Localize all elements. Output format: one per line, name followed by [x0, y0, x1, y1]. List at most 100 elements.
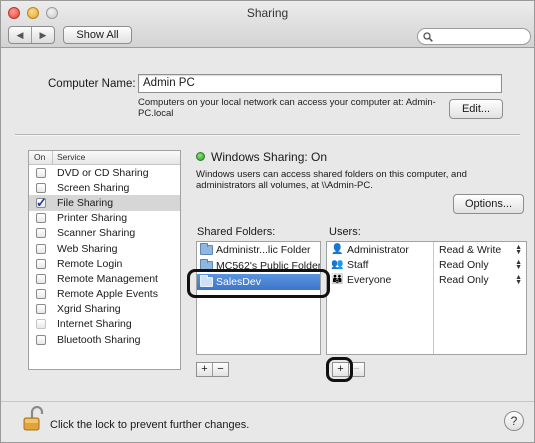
- shared-folder-name: Administr...lic Folder: [216, 244, 311, 256]
- user-name: Staff: [347, 258, 369, 271]
- shared-folders-list: Administr...lic Folder MC562's Public Fol…: [196, 241, 321, 355]
- footer-divider: [1, 401, 534, 402]
- service-row[interactable]: Screen Sharing: [29, 180, 180, 195]
- user-row[interactable]: 👥 Staff: [327, 257, 433, 272]
- service-label: Scanner Sharing: [57, 227, 136, 240]
- service-label: Web Sharing: [57, 242, 118, 255]
- service-rows: DVD or CD Sharing Screen Sharing ✓ File Sha…: [29, 165, 180, 347]
- service-row[interactable]: Printer Sharing: [29, 211, 180, 226]
- sharing-window: Sharing ◀ ▶ Show All Computer Name: Admi…: [0, 0, 535, 443]
- service-label: Internet Sharing: [57, 318, 132, 331]
- status-title: Windows Sharing: On: [211, 150, 328, 164]
- service-checkbox[interactable]: [36, 258, 46, 269]
- shared-folders-label: Shared Folders:: [197, 226, 276, 238]
- service-row[interactable]: Remote Management: [29, 271, 180, 286]
- service-label: DVD or CD Sharing: [57, 166, 149, 179]
- group-icon: 👥: [331, 259, 344, 270]
- service-label: Bluetooth Sharing: [57, 333, 141, 346]
- service-row[interactable]: Web Sharing: [29, 241, 180, 256]
- shared-folders-add-remove: + −: [196, 362, 229, 377]
- service-checkbox[interactable]: [36, 289, 46, 300]
- back-arrow-icon[interactable]: ◀: [9, 27, 32, 43]
- service-row[interactable]: Scanner Sharing: [29, 226, 180, 241]
- service-label: File Sharing: [57, 196, 114, 209]
- window-title: Sharing: [246, 6, 289, 20]
- user-name: Administrator: [347, 243, 409, 256]
- service-row[interactable]: DVD or CD Sharing: [29, 165, 180, 180]
- search-input[interactable]: [417, 28, 531, 45]
- computer-address-note: Computers on your local network can acce…: [138, 97, 436, 119]
- status-indicator-icon: [196, 152, 205, 161]
- lock-icon[interactable]: [23, 406, 45, 432]
- back-forward-control: ◀ ▶: [8, 26, 55, 44]
- service-row[interactable]: ✓ File Sharing: [29, 194, 180, 211]
- status-description: Windows users can access shared folders …: [196, 169, 467, 191]
- options-button[interactable]: Options...: [453, 194, 524, 214]
- service-row[interactable]: Remote Login: [29, 256, 180, 271]
- service-list-header: On Service: [29, 151, 180, 165]
- service-checkbox[interactable]: [36, 319, 46, 330]
- computer-name-label: Computer Name:: [48, 78, 136, 90]
- show-all-button[interactable]: Show All: [63, 26, 132, 44]
- service-checkbox[interactable]: [36, 243, 46, 254]
- service-label: Remote Login: [57, 257, 123, 270]
- forward-arrow-icon[interactable]: ▶: [32, 27, 54, 43]
- permission-popup[interactable]: Read Only ▲ ▼: [435, 257, 526, 272]
- service-checkbox[interactable]: [36, 228, 46, 239]
- service-checkbox[interactable]: [36, 182, 46, 193]
- service-checkbox-cell: [29, 213, 53, 224]
- service-column-header[interactable]: Service: [53, 151, 85, 164]
- service-checkbox-cell: [29, 273, 53, 284]
- up-down-arrows-icon: ▲ ▼: [515, 273, 522, 286]
- single-user-icon: 👤: [331, 244, 344, 255]
- up-down-arrows-icon: ▲ ▼: [515, 243, 522, 256]
- permission-popup[interactable]: Read & Write ▲ ▼: [435, 242, 526, 257]
- service-checkbox-cell: [29, 334, 53, 345]
- service-label: Remote Management: [57, 272, 158, 285]
- title-bar: Sharing ◀ ▶ Show All: [1, 1, 534, 48]
- users-permission-column: Read & Write ▲ ▼ Read Only ▲ ▼ Read Only ▲ ▼: [435, 242, 526, 287]
- folder-icon: [200, 243, 213, 255]
- service-checkbox[interactable]: ✓: [36, 194, 47, 210]
- permission-popup[interactable]: Read Only ▲ ▼: [435, 272, 526, 287]
- service-label: Printer Sharing: [57, 212, 128, 225]
- lock-message: Click the lock to prevent further change…: [50, 419, 250, 431]
- service-checkbox-cell: [29, 319, 53, 330]
- user-row[interactable]: 👤 Administrator: [327, 242, 433, 257]
- user-row[interactable]: 👪 Everyone: [327, 272, 433, 287]
- edit-button[interactable]: Edit...: [449, 99, 503, 119]
- service-row[interactable]: Xgrid Sharing: [29, 302, 180, 317]
- computer-name-field[interactable]: Admin PC: [138, 74, 502, 93]
- help-button[interactable]: ?: [504, 411, 524, 431]
- highlight-ring-add-user: [326, 357, 353, 382]
- service-checkbox-cell: [29, 304, 53, 315]
- service-checkbox-cell: [29, 167, 53, 178]
- service-checkbox-cell: ✓: [29, 194, 53, 210]
- service-checkbox[interactable]: [36, 273, 46, 284]
- checkmark-icon: ✓: [36, 194, 47, 210]
- service-checkbox[interactable]: [36, 167, 46, 178]
- service-label: Screen Sharing: [57, 181, 130, 194]
- service-checkbox[interactable]: [36, 213, 46, 224]
- permission-label: Read Only: [439, 258, 489, 271]
- users-name-column: 👤 Administrator 👥 Staff 👪 Everyone: [327, 242, 434, 354]
- users-label: Users:: [329, 226, 361, 238]
- remove-folder-button[interactable]: −: [213, 363, 228, 376]
- service-row[interactable]: Remote Apple Events: [29, 287, 180, 302]
- up-down-arrows-icon: ▲ ▼: [515, 258, 522, 271]
- permission-label: Read & Write: [439, 243, 502, 256]
- service-label: Remote Apple Events: [57, 288, 158, 301]
- section-divider-highlight: [15, 135, 520, 136]
- service-checkbox-cell: [29, 258, 53, 269]
- service-checkbox-cell: [29, 243, 53, 254]
- service-checkbox-cell: [29, 228, 53, 239]
- service-checkbox[interactable]: [36, 334, 46, 345]
- service-checkbox[interactable]: [36, 304, 46, 315]
- add-folder-button[interactable]: +: [197, 363, 213, 376]
- service-label: Xgrid Sharing: [57, 303, 121, 316]
- service-row[interactable]: Bluetooth Sharing: [29, 332, 180, 347]
- shared-folder-row[interactable]: Administr...lic Folder: [197, 242, 320, 258]
- on-column-header[interactable]: On: [29, 151, 53, 164]
- service-row[interactable]: Internet Sharing: [29, 317, 180, 332]
- service-checkbox-cell: [29, 182, 53, 193]
